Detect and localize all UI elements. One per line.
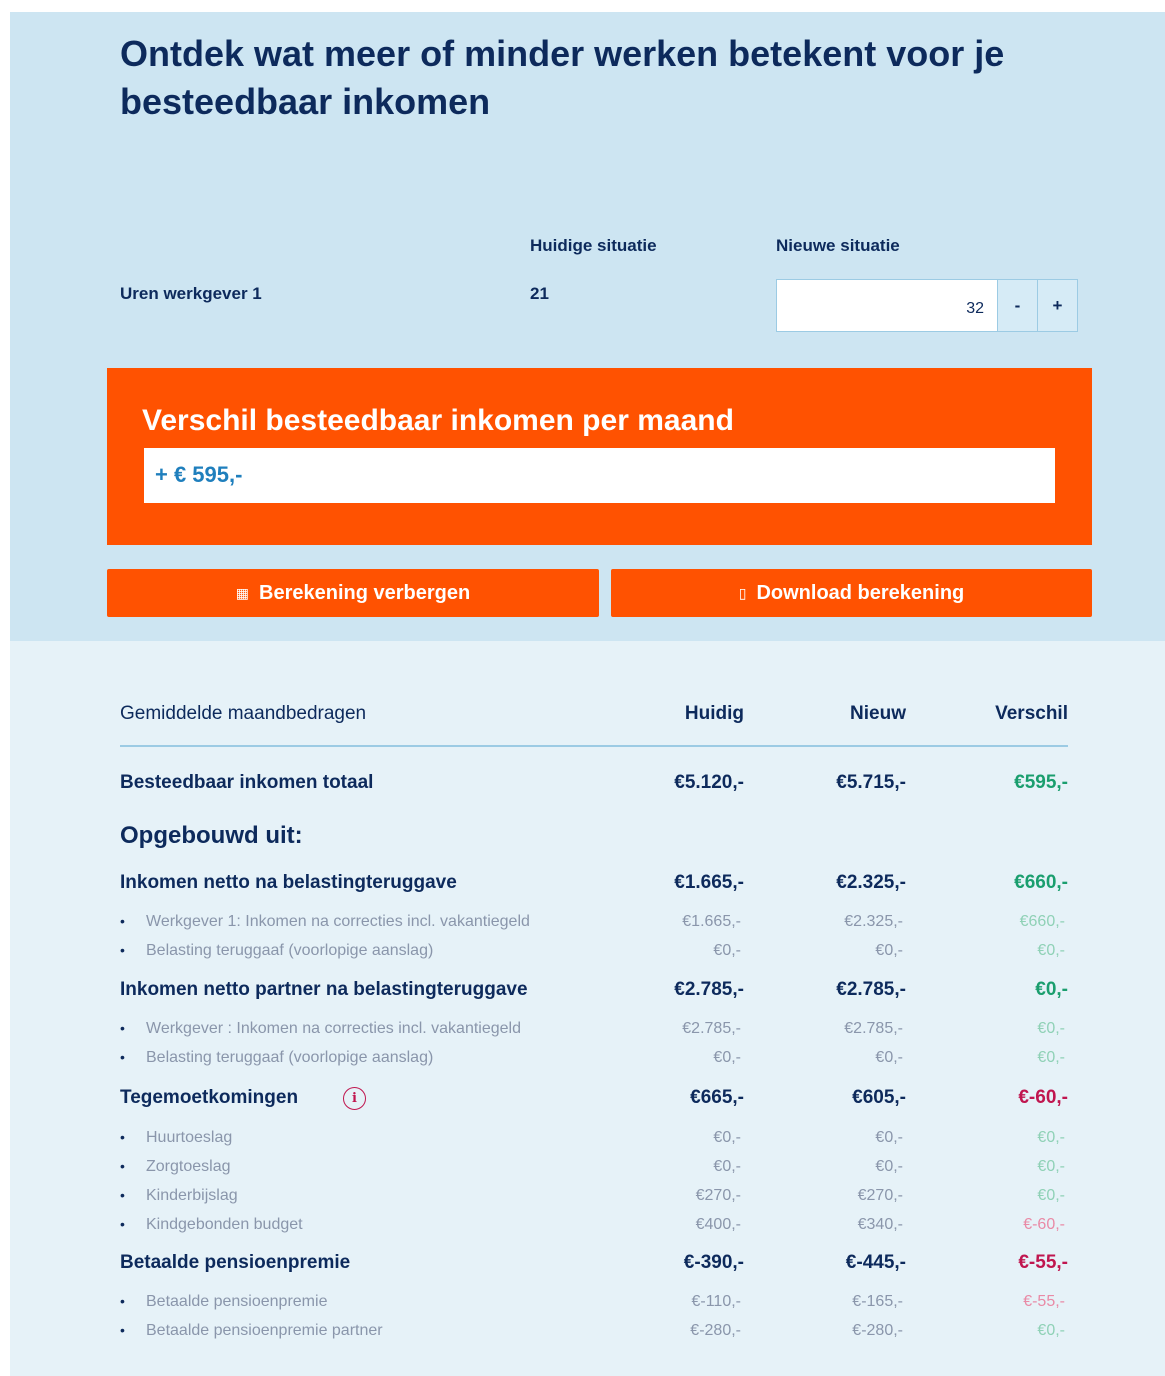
list-item: • Belasting teruggaaf (voorlopige aanslag…: [120, 1049, 434, 1066]
income-difference-title: Verschil besteedbaar inkomen per maand: [142, 404, 734, 437]
list-item: • Zorgtoeslag: [120, 1158, 231, 1175]
item-new: €0,-: [875, 942, 903, 959]
section-new: €-445,-: [845, 1252, 906, 1273]
section-new: €605,-: [852, 1087, 906, 1108]
item-diff: €0,-: [1037, 942, 1065, 959]
income-difference-box: Verschil besteedbaar inkomen per maand +…: [107, 368, 1092, 545]
item-current: €0,-: [713, 1158, 741, 1175]
item-new: €340,-: [857, 1216, 903, 1233]
list-item: • Betaalde pensioenpremie partner: [120, 1322, 383, 1339]
item-current: €0,-: [713, 1129, 741, 1146]
list-item: • Betaalde pensioenpremie: [120, 1293, 328, 1310]
current-situation-header: Huidige situatie: [530, 236, 657, 255]
list-item: • Kindgebonden budget: [120, 1216, 303, 1233]
item-diff: €0,-: [1037, 1049, 1065, 1066]
item-new: €0,-: [875, 1129, 903, 1146]
increase-hours-button[interactable]: +: [1037, 279, 1078, 332]
decrease-hours-button[interactable]: -: [997, 279, 1038, 332]
current-hours-value: 21: [530, 284, 549, 303]
composed-of-heading: Opgebouwd uit:: [120, 822, 303, 849]
section-current: €665,-: [690, 1087, 744, 1108]
list-item: • Werkgever : Inkomen na correcties incl.…: [120, 1020, 521, 1037]
item-new: €-280,-: [852, 1322, 903, 1339]
item-current: €0,-: [713, 942, 741, 959]
item-new: €0,-: [875, 1158, 903, 1175]
item-current: €1.665,-: [682, 913, 741, 930]
item-current: €-280,-: [690, 1322, 741, 1339]
new-hours-input[interactable]: [776, 279, 998, 332]
total-income-label: Besteedbaar inkomen totaal: [120, 772, 374, 793]
list-item: • Werkgever 1: Inkomen na correcties incl…: [120, 913, 530, 930]
info-icon[interactable]: i: [343, 1087, 366, 1110]
income-difference-value: + € 595,-: [144, 448, 1055, 503]
download-calculation-button[interactable]: ▯ Download berekening: [611, 569, 1092, 617]
section-current: €2.785,-: [674, 979, 744, 1000]
section-title: Inkomen netto partner na belastingterugg…: [120, 979, 528, 1000]
item-diff: €0,-: [1037, 1129, 1065, 1146]
hours-employer-label: Uren werkgever 1: [120, 284, 262, 303]
item-new: €270,-: [857, 1187, 903, 1204]
section-title: Betaalde pensioenpremie: [120, 1252, 351, 1273]
hide-calculation-button[interactable]: ▦ Berekening verbergen: [107, 569, 599, 617]
item-diff: €-60,-: [1023, 1216, 1065, 1233]
item-current: €0,-: [713, 1049, 741, 1066]
item-diff: €0,-: [1037, 1322, 1065, 1339]
total-income-diff: €595,-: [1014, 772, 1068, 793]
item-diff: €-55,-: [1023, 1293, 1065, 1310]
item-new: €0,-: [875, 1049, 903, 1066]
total-income-current: €5.120,-: [674, 772, 744, 793]
new-situation-header: Nieuwe situatie: [776, 236, 900, 255]
section-new: €2.785,-: [836, 979, 906, 1000]
item-new: €2.785,-: [844, 1020, 903, 1037]
item-current: €-110,-: [691, 1293, 741, 1310]
item-diff: €0,-: [1037, 1020, 1065, 1037]
item-new: €2.325,-: [844, 913, 903, 930]
table-header-diff: Verschil: [995, 703, 1068, 724]
section-current: €-390,-: [683, 1252, 744, 1273]
section-title: Inkomen netto na belastingteruggave: [120, 872, 457, 893]
table-header-current: Huidig: [684, 703, 744, 724]
table-header-divider: [120, 745, 1068, 747]
section-diff: €-60,-: [1018, 1087, 1068, 1108]
list-item: • Kinderbijslag: [120, 1187, 238, 1204]
document-icon: ▯: [738, 584, 747, 601]
section-diff: €660,-: [1014, 872, 1068, 893]
table-header-new: Nieuw: [850, 703, 906, 724]
list-item: • Huurtoeslag: [120, 1129, 233, 1146]
item-current: €400,-: [695, 1216, 741, 1233]
section-current: €1.665,-: [674, 872, 744, 893]
hide-calculation-label: Berekening verbergen: [259, 581, 471, 604]
item-diff: €660,-: [1019, 913, 1065, 930]
item-new: €-165,-: [852, 1293, 903, 1310]
list-item: • Belasting teruggaaf (voorlopige aanslag…: [120, 942, 434, 959]
page-title: Ontdek wat meer of minder werken beteken…: [120, 33, 1005, 122]
table-header-label: Gemiddelde maandbedragen: [120, 703, 367, 724]
section-diff: €0,-: [1035, 979, 1068, 1000]
item-current: €270,-: [695, 1187, 741, 1204]
total-income-new: €5.715,-: [836, 772, 906, 793]
item-current: €2.785,-: [682, 1020, 741, 1037]
calculator-icon: ▦: [235, 584, 250, 601]
item-diff: €0,-: [1037, 1187, 1065, 1204]
section-title: Tegemoetkomingen: [120, 1087, 299, 1108]
section-diff: €-55,-: [1018, 1252, 1068, 1273]
item-diff: €0,-: [1037, 1158, 1065, 1175]
section-new: €2.325,-: [836, 872, 906, 893]
download-calculation-label: Download berekening: [756, 581, 965, 604]
